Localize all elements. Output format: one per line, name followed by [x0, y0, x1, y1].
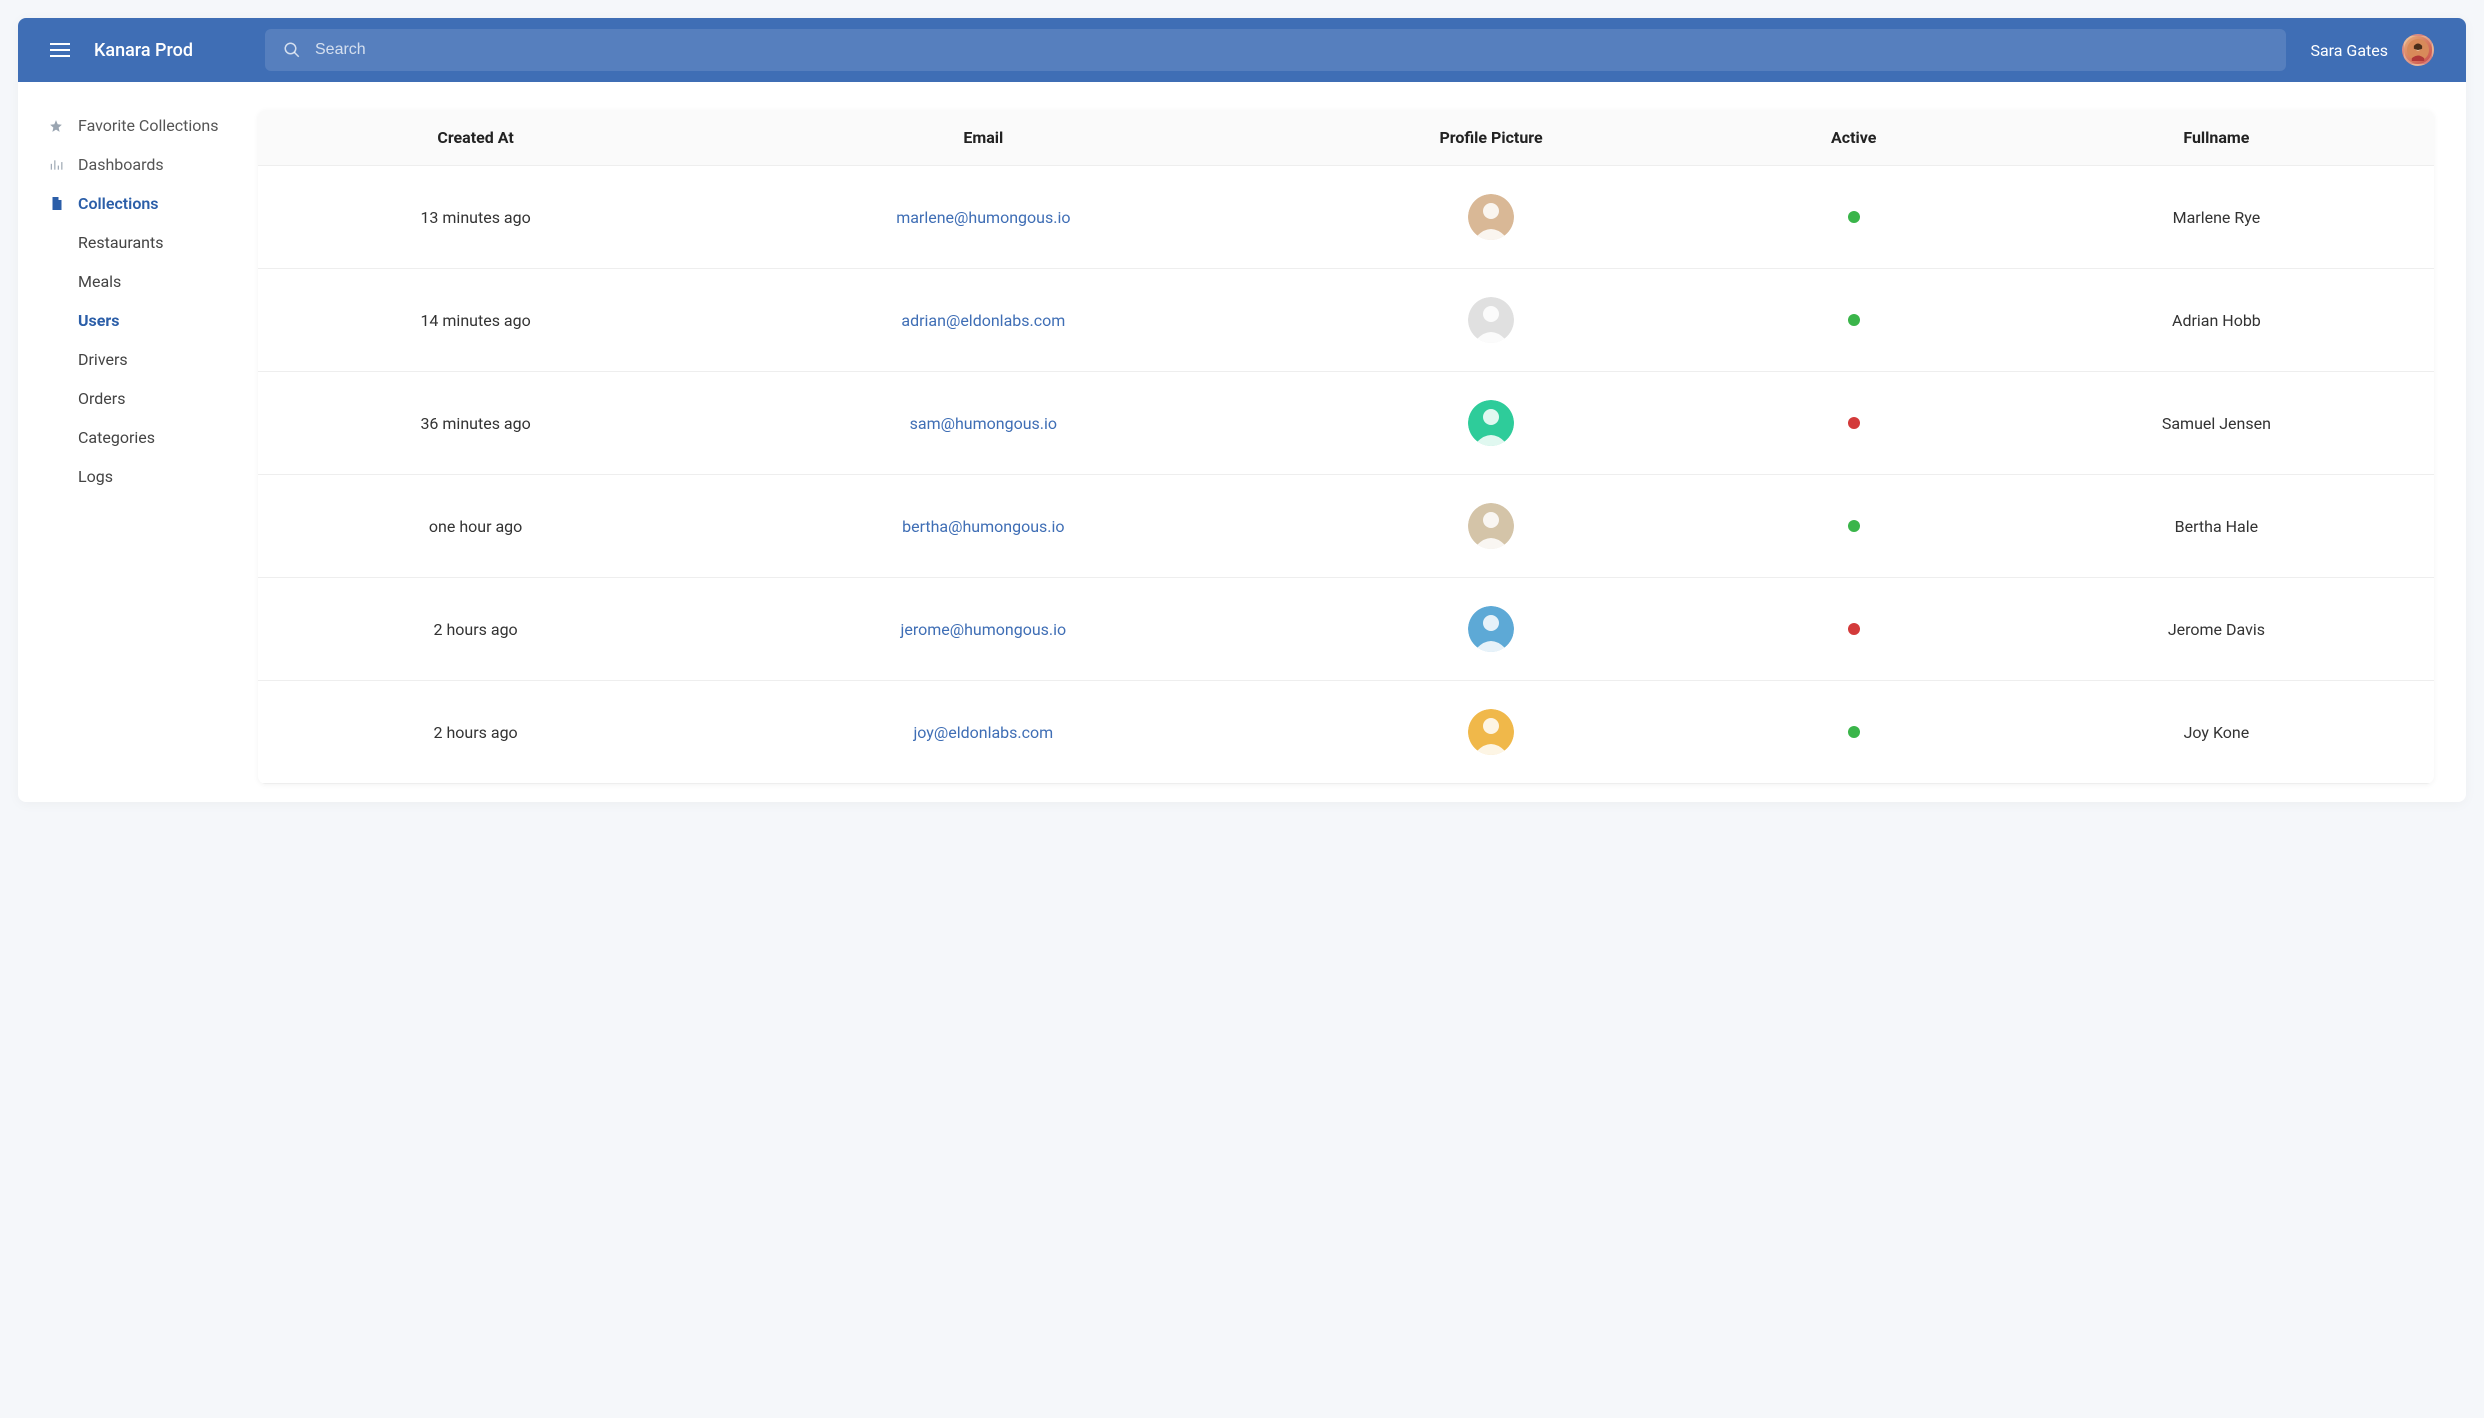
cell-email[interactable]: joy@eldonlabs.com: [693, 723, 1273, 742]
cell-fullname: Adrian Hobb: [1999, 311, 2434, 330]
sidebar-item-label: Favorite Collections: [78, 116, 218, 135]
column-header-email[interactable]: Email: [693, 128, 1273, 147]
user-menu[interactable]: Sara Gates: [2310, 34, 2434, 66]
sidebar-subitem-drivers[interactable]: Drivers: [18, 340, 258, 379]
sidebar-subitem-label: Categories: [78, 428, 155, 447]
avatar[interactable]: [1468, 503, 1514, 549]
cell-created-at: 13 minutes ago: [258, 208, 693, 227]
main-content: Created At Email Profile Picture Active …: [258, 82, 2466, 802]
app-title: Kanara Prod: [94, 40, 193, 61]
sidebar: Favorite Collections Dashboards Collecti…: [18, 82, 258, 802]
avatar[interactable]: [1468, 709, 1514, 755]
user-avatar: [2402, 34, 2434, 66]
document-icon: [48, 197, 64, 211]
cell-email[interactable]: sam@humongous.io: [693, 414, 1273, 433]
table-body: 13 minutes agomarlene@humongous.io Marle…: [258, 166, 2434, 784]
cell-active: [1709, 726, 1999, 738]
cell-active: [1709, 417, 1999, 429]
cell-created-at: 2 hours ago: [258, 620, 693, 639]
cell-fullname: Bertha Hale: [1999, 517, 2434, 536]
search-box[interactable]: [265, 29, 2286, 71]
avatar[interactable]: [1468, 194, 1514, 240]
sidebar-subitem-meals[interactable]: Meals: [18, 262, 258, 301]
search-input[interactable]: [315, 41, 2268, 59]
cell-active: [1709, 314, 1999, 326]
cell-profile-picture: [1273, 400, 1708, 446]
app-header: Kanara Prod Sara Gates: [18, 18, 2466, 82]
table-header-row: Created At Email Profile Picture Active …: [258, 110, 2434, 166]
status-dot-icon: [1848, 520, 1860, 532]
sidebar-item-favorites[interactable]: Favorite Collections: [18, 106, 258, 145]
cell-profile-picture: [1273, 503, 1708, 549]
cell-active: [1709, 520, 1999, 532]
cell-email[interactable]: jerome@humongous.io: [693, 620, 1273, 639]
app-body: Favorite Collections Dashboards Collecti…: [18, 82, 2466, 802]
cell-profile-picture: [1273, 194, 1708, 240]
chart-icon: [48, 158, 64, 172]
table-row[interactable]: 13 minutes agomarlene@humongous.io Marle…: [258, 166, 2434, 269]
sidebar-subitem-logs[interactable]: Logs: [18, 457, 258, 496]
cell-profile-picture: [1273, 297, 1708, 343]
cell-active: [1709, 211, 1999, 223]
status-dot-icon: [1848, 726, 1860, 738]
search-icon: [283, 41, 301, 59]
avatar[interactable]: [1468, 400, 1514, 446]
column-header-created-at[interactable]: Created At: [258, 128, 693, 147]
sidebar-item-label: Dashboards: [78, 155, 164, 174]
table-row[interactable]: 2 hours agojoy@eldonlabs.com Joy Kone: [258, 681, 2434, 784]
sidebar-subitem-label: Orders: [78, 389, 125, 408]
table-row[interactable]: 2 hours agojerome@humongous.io Jerome Da…: [258, 578, 2434, 681]
sidebar-subitem-restaurants[interactable]: Restaurants: [18, 223, 258, 262]
cell-email[interactable]: marlene@humongous.io: [693, 208, 1273, 227]
cell-fullname: Samuel Jensen: [1999, 414, 2434, 433]
cell-created-at: one hour ago: [258, 517, 693, 536]
user-name: Sara Gates: [2310, 41, 2388, 60]
status-dot-icon: [1848, 211, 1860, 223]
status-dot-icon: [1848, 623, 1860, 635]
cell-created-at: 2 hours ago: [258, 723, 693, 742]
cell-created-at: 36 minutes ago: [258, 414, 693, 433]
sidebar-item-collections[interactable]: Collections: [18, 184, 258, 223]
cell-profile-picture: [1273, 606, 1708, 652]
avatar[interactable]: [1468, 606, 1514, 652]
cell-profile-picture: [1273, 709, 1708, 755]
sidebar-subitem-orders[interactable]: Orders: [18, 379, 258, 418]
users-table: Created At Email Profile Picture Active …: [258, 110, 2434, 784]
cell-active: [1709, 623, 1999, 635]
column-header-fullname[interactable]: Fullname: [1999, 128, 2434, 147]
cell-created-at: 14 minutes ago: [258, 311, 693, 330]
table-row[interactable]: one hour agobertha@humongous.io Bertha H…: [258, 475, 2434, 578]
column-header-active[interactable]: Active: [1709, 128, 1999, 147]
hamburger-menu-icon[interactable]: [50, 42, 70, 58]
cell-fullname: Jerome Davis: [1999, 620, 2434, 639]
sidebar-subitem-label: Logs: [78, 467, 113, 486]
sidebar-subitem-label: Drivers: [78, 350, 128, 369]
column-header-profile-picture[interactable]: Profile Picture: [1273, 128, 1708, 147]
sidebar-subitem-label: Restaurants: [78, 233, 164, 252]
cell-fullname: Marlene Rye: [1999, 208, 2434, 227]
sidebar-subitem-label: Meals: [78, 272, 121, 291]
app-container: Kanara Prod Sara Gates: [18, 18, 2466, 802]
cell-email[interactable]: bertha@humongous.io: [693, 517, 1273, 536]
sidebar-subitem-label: Users: [78, 311, 119, 330]
status-dot-icon: [1848, 417, 1860, 429]
table-row[interactable]: 14 minutes agoadrian@eldonlabs.com Adria…: [258, 269, 2434, 372]
cell-email[interactable]: adrian@eldonlabs.com: [693, 311, 1273, 330]
avatar[interactable]: [1468, 297, 1514, 343]
cell-fullname: Joy Kone: [1999, 723, 2434, 742]
status-dot-icon: [1848, 314, 1860, 326]
star-icon: [48, 119, 64, 133]
sidebar-subitem-users[interactable]: Users: [18, 301, 258, 340]
sidebar-item-label: Collections: [78, 194, 159, 213]
sidebar-item-dashboards[interactable]: Dashboards: [18, 145, 258, 184]
sidebar-subitem-categories[interactable]: Categories: [18, 418, 258, 457]
table-row[interactable]: 36 minutes agosam@humongous.io Samuel Je…: [258, 372, 2434, 475]
